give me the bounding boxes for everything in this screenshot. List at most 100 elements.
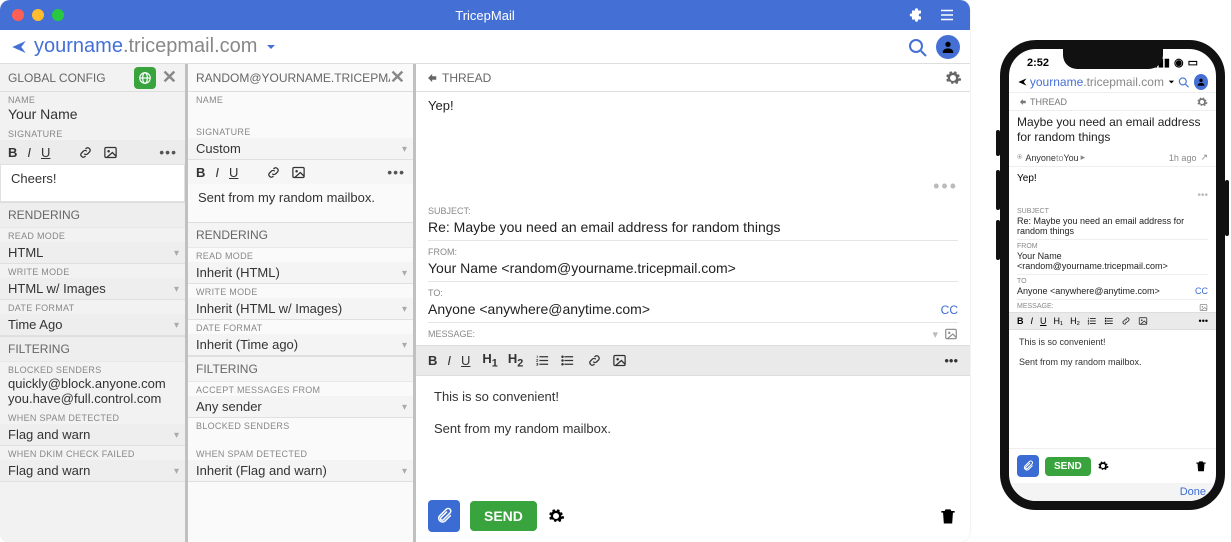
mb-accept-select[interactable]: Any sender▾: [188, 396, 413, 418]
ph-compose-editor[interactable]: This is so convenient! Sent from my rand…: [1009, 330, 1216, 375]
ph-from-input[interactable]: Your Name <random@yourname.tricepmail.co…: [1017, 250, 1208, 275]
ordered-list-icon[interactable]: [1087, 316, 1097, 326]
mb-read-mode-select[interactable]: Inherit (HTML)▾: [188, 262, 413, 284]
italic-button[interactable]: I: [1031, 316, 1034, 326]
italic-button[interactable]: I: [27, 145, 31, 160]
trash-icon[interactable]: [938, 506, 958, 526]
back-icon[interactable]: [424, 71, 438, 85]
dkim-action-select[interactable]: Flag and warn▾: [0, 460, 185, 482]
cc-button[interactable]: CC: [941, 303, 958, 317]
mb-signature-editor[interactable]: Sent from my random mailbox.: [188, 184, 413, 222]
ph-subject-input[interactable]: Re: Maybe you need an email address for …: [1017, 215, 1208, 240]
message-mode-chevron[interactable]: ▾: [932, 328, 938, 341]
more-formatting-button[interactable]: •••: [1199, 316, 1208, 326]
spam-action-select[interactable]: Flag and warn▾: [0, 424, 185, 446]
ordered-list-icon[interactable]: [535, 353, 550, 368]
gear-icon[interactable]: [944, 69, 962, 87]
link-icon[interactable]: [1121, 316, 1131, 326]
ph-cc-button[interactable]: CC: [1195, 286, 1208, 296]
paperclip-icon: [435, 507, 453, 525]
to-input[interactable]: Anyone <anywhere@anytime.com>: [428, 301, 650, 317]
search-icon[interactable]: [906, 36, 928, 58]
more-formatting-button[interactable]: •••: [387, 164, 405, 180]
h2-button[interactable]: H₂: [1070, 316, 1080, 326]
underline-button[interactable]: U: [229, 165, 238, 180]
name-value[interactable]: Your Name: [0, 106, 185, 126]
bold-button[interactable]: B: [196, 165, 205, 180]
ph-compose-toolbar: B I U H₁ H₂ •••: [1009, 312, 1216, 330]
insert-image-icon[interactable]: [1199, 303, 1208, 312]
date-format-select[interactable]: Time Ago▾: [0, 314, 185, 336]
compose-editor[interactable]: This is so convenient! Sent from my rand…: [416, 376, 970, 450]
url-user: yourname: [34, 35, 123, 58]
image-icon[interactable]: [1138, 316, 1148, 326]
thread-title: THREAD: [442, 71, 491, 85]
chevron-down-icon[interactable]: [1166, 76, 1177, 88]
mailbox-title: RANDOM@YOURNAME.TRICEPMA: [196, 71, 390, 85]
thread-more-button[interactable]: •••: [416, 176, 970, 200]
send-options-icon[interactable]: [547, 507, 565, 525]
read-mode-label: READ MODE: [0, 228, 185, 242]
ph-url-user[interactable]: yourname: [1030, 75, 1083, 89]
ph-send-button[interactable]: SEND: [1045, 457, 1091, 476]
chevron-down-icon[interactable]: [263, 39, 279, 55]
insert-image-icon[interactable]: [944, 327, 958, 341]
image-icon[interactable]: [612, 353, 627, 368]
keyboard-done-button[interactable]: Done: [1009, 483, 1216, 501]
write-mode-select[interactable]: HTML w/ Images▾: [0, 278, 185, 300]
blocked-sender-row[interactable]: you.have@full.control.com: [0, 391, 185, 410]
bold-button[interactable]: B: [8, 145, 17, 160]
url-domain: .tricepmail.com: [123, 35, 257, 58]
mb-signature-mode-select[interactable]: Custom▾: [188, 138, 413, 160]
mb-blocked-empty[interactable]: [188, 432, 413, 446]
avatar[interactable]: [1194, 74, 1209, 90]
global-config-pane: GLOBAL CONFIG ✕ NAME Your Name SIGNATURE…: [0, 64, 188, 542]
mb-write-mode-select[interactable]: Inherit (HTML w/ Images)▾: [188, 298, 413, 320]
phone-time: 2:52: [1027, 57, 1049, 69]
mb-date-format-select[interactable]: Inherit (Time ago)▾: [188, 334, 413, 356]
more-formatting-button[interactable]: •••: [944, 353, 958, 368]
close-global-pane-button[interactable]: ✕: [162, 67, 177, 88]
avatar[interactable]: [936, 35, 960, 59]
battery-icon: ▭: [1188, 56, 1198, 69]
app-title: TricepMail: [0, 8, 970, 23]
subject-input[interactable]: Re: Maybe you need an email address for …: [428, 216, 958, 241]
h1-button[interactable]: H₁: [1054, 316, 1064, 326]
bold-button[interactable]: B: [428, 353, 437, 368]
gear-icon[interactable]: [1196, 96, 1208, 108]
send-button[interactable]: SEND: [470, 501, 537, 531]
back-icon[interactable]: [1017, 97, 1027, 107]
h2-button[interactable]: H2: [508, 351, 523, 370]
url-display[interactable]: yourname.tricepmail.com: [34, 35, 279, 58]
h1-button[interactable]: H1: [482, 351, 497, 370]
ph-to-input[interactable]: Anyone <anywhere@anytime.com>: [1017, 286, 1160, 296]
unordered-list-icon[interactable]: [560, 353, 575, 368]
underline-button[interactable]: U: [461, 353, 470, 368]
more-formatting-button[interactable]: •••: [159, 144, 177, 160]
mb-name-value[interactable]: [188, 106, 413, 124]
send-options-icon[interactable]: [1097, 460, 1109, 472]
search-icon[interactable]: [1177, 75, 1190, 89]
italic-button[interactable]: I: [215, 165, 219, 180]
image-icon[interactable]: [103, 145, 118, 160]
trash-icon[interactable]: [1194, 459, 1208, 473]
mb-spam-select[interactable]: Inherit (Flag and warn)▾: [188, 460, 413, 482]
underline-button[interactable]: U: [1040, 316, 1047, 326]
ph-more-button[interactable]: •••: [1009, 190, 1216, 205]
underline-button[interactable]: U: [41, 145, 50, 160]
attach-button[interactable]: [428, 500, 460, 532]
signature-editor[interactable]: Cheers!: [0, 164, 185, 202]
link-icon[interactable]: [266, 165, 281, 180]
link-icon[interactable]: [587, 353, 602, 368]
ph-attach-button[interactable]: [1017, 455, 1039, 477]
italic-button[interactable]: I: [447, 353, 451, 368]
link-icon[interactable]: [78, 145, 93, 160]
read-mode-select[interactable]: HTML▾: [0, 242, 185, 264]
bold-button[interactable]: B: [1017, 316, 1024, 326]
unordered-list-icon[interactable]: [1104, 316, 1114, 326]
close-mailbox-pane-button[interactable]: ✕: [390, 67, 405, 88]
compose-toolbar: B I U H1 H2 •••: [416, 345, 970, 376]
from-input[interactable]: Your Name <random@yourname.tricepmail.co…: [428, 257, 958, 282]
image-icon[interactable]: [291, 165, 306, 180]
blocked-sender-row[interactable]: quickly@block.anyone.com: [0, 376, 185, 391]
